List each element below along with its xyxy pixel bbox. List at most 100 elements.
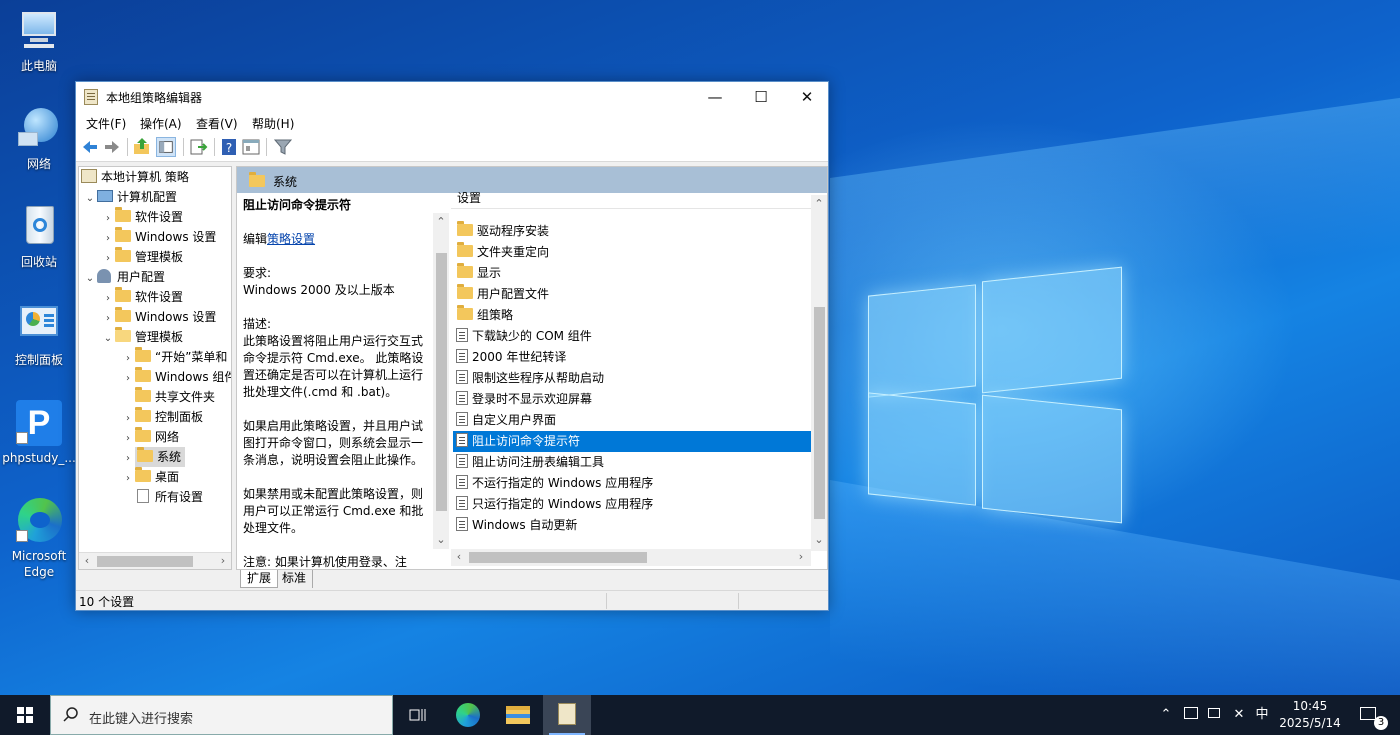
list-item-folder[interactable]: 组策略 [453,305,811,326]
taskbar-edge[interactable] [444,695,492,735]
filter-icon[interactable] [273,137,293,157]
tree-item-network[interactable]: › 网络 [121,427,179,447]
tree-item-computer-software[interactable]: › 软件设置 [101,207,183,227]
list-item-policy[interactable]: 自定义用户界面 [453,410,811,431]
list-item-policy[interactable]: 限制这些程序从帮助启动 [453,368,811,389]
menu-action[interactable]: 操作(A) [140,115,182,132]
tree-item-root[interactable]: 本地计算机 策略 [81,167,189,187]
chevron-right-icon[interactable]: › [121,429,135,449]
back-arrow-icon[interactable] [80,137,100,157]
desktop-icon-phpstudy[interactable]: P phpstudy_... [2,400,76,466]
chevron-right-icon[interactable]: › [101,249,115,269]
list-item-policy[interactable]: 阻止访问注册表编辑工具 [453,452,811,473]
tab-extended[interactable]: 扩展 [240,570,279,588]
chevron-right-icon[interactable]: › [101,309,115,329]
list-item-folder[interactable]: 驱动程序安装 [453,221,811,242]
column-header-setting[interactable]: 设置 [451,187,811,209]
chevron-right-icon[interactable]: › [101,289,115,309]
scroll-left-icon[interactable]: ‹ [451,549,467,566]
taskbar-search-box[interactable]: 在此键入进行搜索 [50,695,393,735]
tree-item-all-settings[interactable]: 所有设置 [121,487,203,507]
tree-item-user-windows[interactable]: › Windows 设置 [101,307,216,327]
list-horizontal-scrollbar[interactable]: ‹ › [451,549,811,566]
scroll-down-icon[interactable]: ⌄ [433,531,449,548]
forward-arrow-icon[interactable] [102,137,122,157]
list-item-policy[interactable]: 只运行指定的 Windows 应用程序 [453,494,811,515]
list-item-policy[interactable]: 不运行指定的 Windows 应用程序 [453,473,811,494]
list-vertical-scrollbar[interactable]: ⌃ ⌄ [811,195,827,551]
tree-horizontal-scrollbar[interactable]: ‹ › [79,552,231,569]
tree-item-desktop[interactable]: › 桌面 [121,467,179,487]
task-view-button[interactable] [394,695,442,735]
list-item-folder[interactable]: 文件夹重定向 [453,242,811,263]
desktop-icon-control-panel[interactable]: 控制面板 [2,302,76,368]
title-bar[interactable]: 本地组策略编辑器 — ☐ ✕ [76,82,828,112]
tab-standard[interactable]: 标准 [276,570,314,588]
chevron-right-icon[interactable]: › [101,229,115,249]
scroll-up-icon[interactable]: ⌃ [811,195,827,212]
chevron-right-icon[interactable]: › [101,209,115,229]
desktop-icon-network[interactable]: 网络 [2,106,76,172]
taskbar-file-explorer[interactable] [494,695,542,735]
menu-file[interactable]: 文件(F) [86,115,126,132]
close-button[interactable]: ✕ [784,82,830,112]
list-item-policy[interactable]: 登录时不显示欢迎屏幕 [453,389,811,410]
up-folder-icon[interactable] [132,137,152,157]
chevron-down-icon[interactable]: ⌄ [83,189,97,209]
tree-item-start-menu[interactable]: › “开始”菜单和 [121,347,227,367]
tree-item-system[interactable]: › 系统 [121,447,186,469]
chevron-down-icon[interactable]: ⌄ [83,269,97,289]
minimize-button[interactable]: — [692,82,738,112]
scrollbar-thumb[interactable] [97,556,193,567]
desktop-icon-this-pc[interactable]: 此电脑 [2,8,76,74]
chevron-down-icon[interactable]: ⌄ [101,329,115,349]
menu-help[interactable]: 帮助(H) [252,115,294,132]
tray-network-icon[interactable] [1206,695,1224,735]
tree-item-user-admin[interactable]: ⌄ 管理模板 [101,327,183,347]
chevron-right-icon[interactable]: › [121,369,135,389]
help-icon[interactable]: ? [219,137,239,157]
list-item-policy[interactable]: 下载缺少的 COM 组件 [453,326,811,347]
tray-clock[interactable]: 10:45 2025/5/14 [1276,698,1344,732]
tree-item-computer-config[interactable]: ⌄ 计算机配置 [83,187,177,207]
tray-volume-muted-icon[interactable]: ✕ [1230,695,1248,735]
scrollbar-thumb[interactable] [814,307,825,519]
scroll-down-icon[interactable]: ⌄ [811,531,827,548]
notification-center-button[interactable]: 3 [1352,695,1392,735]
scrollbar-thumb[interactable] [436,253,447,511]
description-scrollbar[interactable]: ⌃ ⌄ [433,213,449,549]
tree-item-control-panel[interactable]: › 控制面板 [121,407,203,427]
tree-item-shared-folders[interactable]: 共享文件夹 [121,387,215,407]
chevron-right-icon[interactable]: › [121,469,135,489]
chevron-right-icon[interactable]: › [121,349,135,369]
tree-item-computer-windows[interactable]: › Windows 设置 [101,227,216,247]
list-item-policy-selected[interactable]: 阻止访问命令提示符 [453,431,811,452]
start-button[interactable] [0,695,50,735]
list-item-policy[interactable]: 2000 年世纪转译 [453,347,811,368]
tray-ime-indicator[interactable]: 中 [1252,695,1272,735]
export-list-icon[interactable] [188,137,208,157]
scroll-right-icon[interactable]: › [793,549,809,566]
tree-item-user-software[interactable]: › 软件设置 [101,287,183,307]
desktop-icon-recycle-bin[interactable]: 回收站 [2,204,76,270]
scroll-right-icon[interactable]: › [215,553,231,569]
menu-view[interactable]: 查看(V) [196,115,238,132]
chevron-right-icon[interactable]: › [121,449,135,469]
scroll-left-icon[interactable]: ‹ [79,553,95,569]
scroll-up-icon[interactable]: ⌃ [433,213,449,230]
show-hide-tree-icon[interactable] [156,137,176,157]
tree-item-computer-admin[interactable]: › 管理模板 [101,247,183,267]
maximize-button[interactable]: ☐ [738,82,784,112]
desktop-icon-edge[interactable]: Microsoft Edge [2,498,76,580]
list-item-folder[interactable]: 显示 [453,263,811,284]
properties-icon[interactable] [241,137,261,157]
list-item-policy[interactable]: Windows 自动更新 [453,515,811,536]
tray-network-warning-icon[interactable] [1182,695,1200,735]
scrollbar-thumb[interactable] [469,552,647,563]
taskbar-group-policy[interactable] [543,695,591,735]
tree-item-user-config[interactable]: ⌄ 用户配置 [83,267,165,287]
chevron-right-icon[interactable]: › [121,409,135,429]
list-item-folder[interactable]: 用户配置文件 [453,284,811,305]
tree-item-windows-components[interactable]: › Windows 组件 [121,367,231,389]
policy-settings-link[interactable]: 策略设置 [267,232,315,246]
